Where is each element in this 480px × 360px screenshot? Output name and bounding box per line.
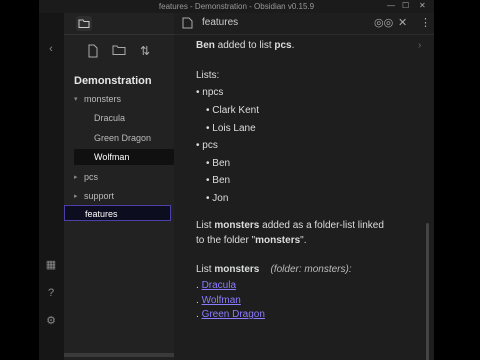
settings-gear-icon[interactable]: ⚙: [45, 315, 57, 327]
text-line: Ben added to list pcs.: [196, 40, 295, 51]
reading-view-icon[interactable]: ◎◎: [374, 16, 393, 29]
new-folder-icon[interactable]: [112, 44, 126, 58]
tree-file-dracula[interactable]: Dracula: [94, 110, 125, 126]
chevron-right-icon[interactable]: ›: [418, 40, 421, 51]
list-item: • Clark Kent: [206, 105, 259, 116]
lists-label: Lists:: [196, 70, 220, 81]
collapse-caret-icon[interactable]: ▸: [74, 173, 78, 181]
file-actions: ⇅: [64, 35, 174, 67]
tree-file-wolfman[interactable]: Wolfman: [74, 149, 174, 165]
tree-folder-support[interactable]: support: [84, 188, 114, 204]
help-icon[interactable]: ?: [45, 287, 57, 299]
list-item: • Ben: [206, 175, 231, 186]
new-note-icon[interactable]: [86, 44, 100, 58]
link-dracula[interactable]: Dracula: [202, 280, 236, 291]
editor-title: features: [202, 17, 239, 28]
list-item: • pcs: [196, 140, 218, 151]
text-line: to the folder "monsters".: [196, 235, 307, 246]
minimize-icon[interactable]: —: [387, 1, 395, 10]
outer-right-panel: ›: [418, 0, 480, 360]
link-green-dragon[interactable]: Green Dragon: [202, 309, 265, 320]
editor-scrollbar[interactable]: [426, 223, 429, 360]
file-explorer-tab[interactable]: [76, 16, 92, 31]
editor-pane: features ◎◎ ✕ ⋮ Ben added to list pcs. L…: [174, 13, 434, 360]
vault-icon[interactable]: ▦: [45, 259, 57, 271]
window-title: features - Demonstration - Obsidian v0.1…: [158, 2, 315, 11]
sidebar-scrollbar[interactable]: [64, 353, 174, 357]
expand-caret-icon[interactable]: ▾: [74, 95, 78, 103]
tree-file-features[interactable]: features: [64, 205, 171, 221]
close-window-icon[interactable]: ✕: [419, 1, 426, 10]
sidebar-tabbar: [64, 13, 174, 35]
text-line: List monsters added as a folder-list lin…: [196, 220, 384, 231]
left-ribbon: ‹ ▦ ? ⚙: [39, 13, 65, 360]
vault-name: Demonstration: [74, 75, 152, 87]
link-wolfman[interactable]: Wolfman: [202, 295, 241, 306]
sort-icon[interactable]: ⇅: [138, 44, 152, 58]
maximize-icon[interactable]: ☐: [402, 1, 409, 10]
list-heading: List monsters (folder: monsters):: [196, 264, 352, 275]
titlebar: features - Demonstration - Obsidian v0.1…: [39, 0, 434, 13]
collapse-caret-icon[interactable]: ▸: [74, 192, 78, 200]
link-item: . Dracula: [196, 280, 237, 291]
link-item: . Green Dragon: [196, 309, 265, 320]
tree-file-green-dragon[interactable]: Green Dragon: [94, 130, 151, 146]
link-item: . Wolfman: [196, 295, 241, 306]
collapse-icon[interactable]: ‹: [45, 43, 57, 55]
list-item: • npcs: [196, 87, 224, 98]
more-options-icon[interactable]: ⋮: [420, 16, 431, 29]
list-item: • Ben: [206, 158, 231, 169]
folder-icon: [78, 19, 90, 28]
tree-folder-pcs[interactable]: pcs: [84, 169, 98, 185]
list-item: • Jon: [206, 193, 229, 204]
list-item: • Lois Lane: [206, 123, 256, 134]
close-tab-icon[interactable]: ✕: [398, 16, 407, 29]
file-explorer: ⇅ Demonstration ▾ monsters Dracula Green…: [64, 13, 175, 360]
document-icon: [182, 17, 193, 29]
editor-header: features ◎◎ ✕ ⋮: [174, 13, 434, 35]
tree-folder-monsters[interactable]: monsters: [84, 91, 121, 107]
obsidian-window: features - Demonstration - Obsidian v0.1…: [39, 0, 434, 360]
